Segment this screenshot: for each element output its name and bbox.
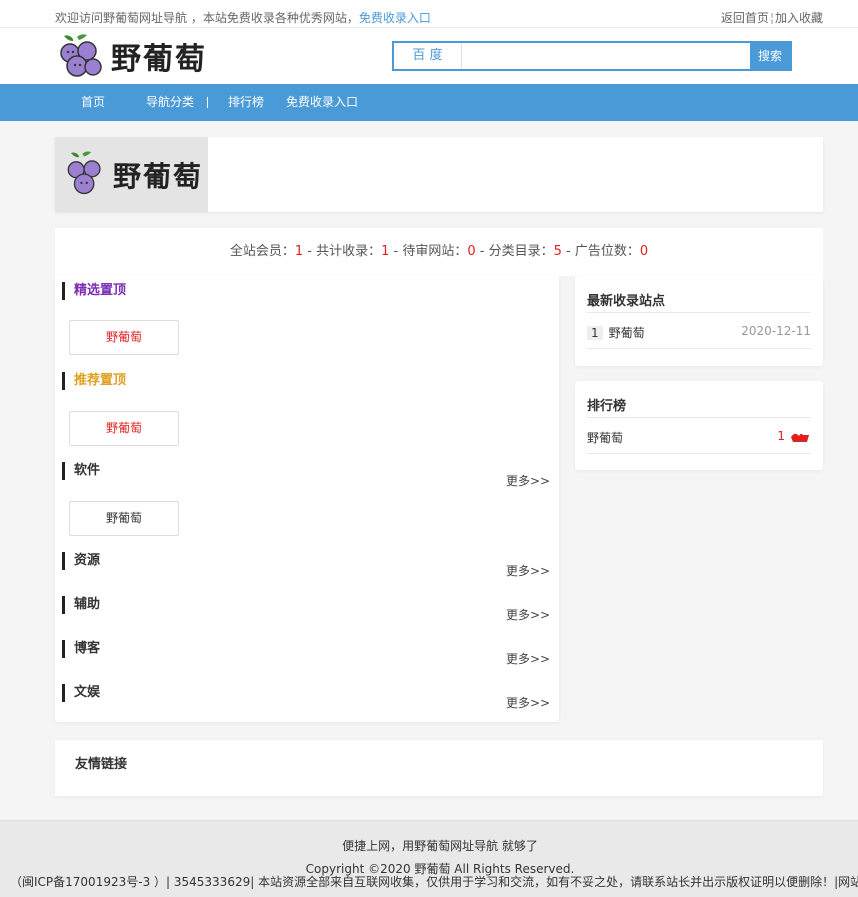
- site-link-featured[interactable]: 野葡萄: [69, 320, 179, 355]
- main-nav: 首页 导航分类 排行榜 免费收录入口: [0, 84, 858, 121]
- logo-text: 野葡萄: [111, 42, 207, 77]
- search-button[interactable]: 搜索: [750, 43, 790, 69]
- nav-categories[interactable]: 导航分类: [146, 84, 194, 121]
- nav-free-submit[interactable]: 免费收录入口: [286, 84, 358, 121]
- top-links: 返回首页¦加入收藏: [721, 9, 823, 26]
- latest-sites-title: 最新收录站点: [587, 294, 666, 309]
- pending-label: - 待审网站：: [389, 244, 468, 259]
- section-title-featured: 精选置顶: [62, 282, 126, 300]
- banner-ad[interactable]: 野葡萄: [55, 137, 208, 212]
- latest-site-row[interactable]: 1 野葡萄 2020-12-11: [587, 324, 811, 341]
- categories-label: - 分类目录：: [475, 244, 554, 259]
- banner-logo-text: 野葡萄: [113, 159, 204, 193]
- header: 野葡萄 百 度 搜索: [0, 28, 858, 84]
- site-link-recommended[interactable]: 野葡萄: [69, 411, 179, 446]
- divider: [587, 417, 811, 418]
- search-engine-select[interactable]: 百 度: [394, 43, 462, 69]
- latest-site-name: 野葡萄: [608, 326, 645, 340]
- site-link-software[interactable]: 野葡萄: [69, 501, 179, 536]
- ranking-title: 排行榜: [587, 399, 627, 414]
- free-submit-link[interactable]: 免费收录入口: [359, 11, 431, 25]
- more-link-entertainment[interactable]: 更多>>: [506, 694, 550, 711]
- welcome-text: 欢迎访问野葡萄网址导航 ，本站免费收录各种优秀网站，免费收录入口: [55, 9, 431, 26]
- section-title-blog: 博客: [62, 640, 100, 658]
- grape-logo-icon: [67, 151, 101, 194]
- search-input[interactable]: [463, 43, 749, 69]
- ranking-row[interactable]: 野葡萄 1: [587, 429, 811, 446]
- members-count: 1: [294, 244, 304, 259]
- ranking-panel: 排行榜 野葡萄 1: [575, 381, 823, 470]
- bookmark-link[interactable]: 加入收藏: [775, 11, 823, 25]
- divider: [587, 453, 811, 454]
- latest-site-date: 2020-12-11: [741, 324, 811, 338]
- top-links-separator: ¦: [769, 11, 774, 25]
- site-logo[interactable]: 野葡萄: [55, 31, 230, 81]
- top-bar: 欢迎访问野葡萄网址导航 ，本站免费收录各种优秀网站，免费收录入口 返回首页¦加入…: [0, 0, 858, 28]
- more-link-tools[interactable]: 更多>>: [506, 606, 550, 623]
- section-title-software: 软件: [62, 462, 100, 480]
- section-title-recommended: 推荐置顶: [62, 372, 126, 390]
- hot-icon: [791, 433, 809, 442]
- friendly-links-title: 友情链接: [75, 757, 128, 772]
- ads-count: 0: [639, 244, 649, 259]
- nav-home[interactable]: 首页: [81, 84, 105, 121]
- section-title-entertainment: 文娱: [62, 684, 100, 702]
- latest-sites-panel: 最新收录站点 1 野葡萄 2020-12-11: [575, 276, 823, 366]
- ranking-count: 1: [777, 429, 785, 443]
- search-box: 百 度 搜索: [392, 41, 792, 71]
- nav-divider: [207, 97, 208, 108]
- latest-site-index: 1: [587, 326, 603, 340]
- friendly-links: 友情链接: [55, 740, 823, 796]
- ads-label: - 广告位数：: [561, 244, 640, 259]
- more-link-blog[interactable]: 更多>>: [506, 650, 550, 667]
- more-link-resources[interactable]: 更多>>: [506, 562, 550, 579]
- included-label: - 共计收录：: [303, 244, 382, 259]
- ranking-site-name: 野葡萄: [587, 431, 624, 445]
- site-stats: 全站会员：1 - 共计收录：1 - 待审网站：0 - 分类目录：5 - 广告位数…: [55, 228, 823, 276]
- divider: [587, 348, 811, 349]
- banner: 野葡萄: [55, 137, 823, 212]
- pending-count: 0: [467, 244, 476, 259]
- section-title-tools: 辅助: [62, 596, 100, 614]
- grape-logo-icon: [60, 34, 102, 77]
- footer-icp: （闽ICP备17001923号-3 ）| 3545333629| 本站资源全部来…: [10, 875, 858, 889]
- home-link[interactable]: 返回首页: [721, 11, 769, 25]
- footer-slogan: 便捷上网，用野葡萄网址导航 就够了: [342, 839, 538, 853]
- members-label: 全站会员：: [229, 244, 295, 259]
- more-link-software[interactable]: 更多>>: [506, 472, 550, 489]
- categories-count: 5: [553, 244, 562, 259]
- divider: [587, 312, 811, 313]
- footer: 便捷上网，用野葡萄网址导航 就够了 Copyright ©2020 野葡萄 Al…: [0, 820, 858, 897]
- nav-ranking[interactable]: 排行榜: [228, 84, 264, 121]
- main-content: 精选置顶 野葡萄 推荐置顶 野葡萄 软件 更多>> 野葡萄 资源 更多>> 辅助…: [55, 276, 559, 722]
- welcome-message: 欢迎访问野葡萄网址导航 ，本站免费收录各种优秀网站，: [55, 11, 359, 25]
- section-title-resources: 资源: [62, 552, 100, 570]
